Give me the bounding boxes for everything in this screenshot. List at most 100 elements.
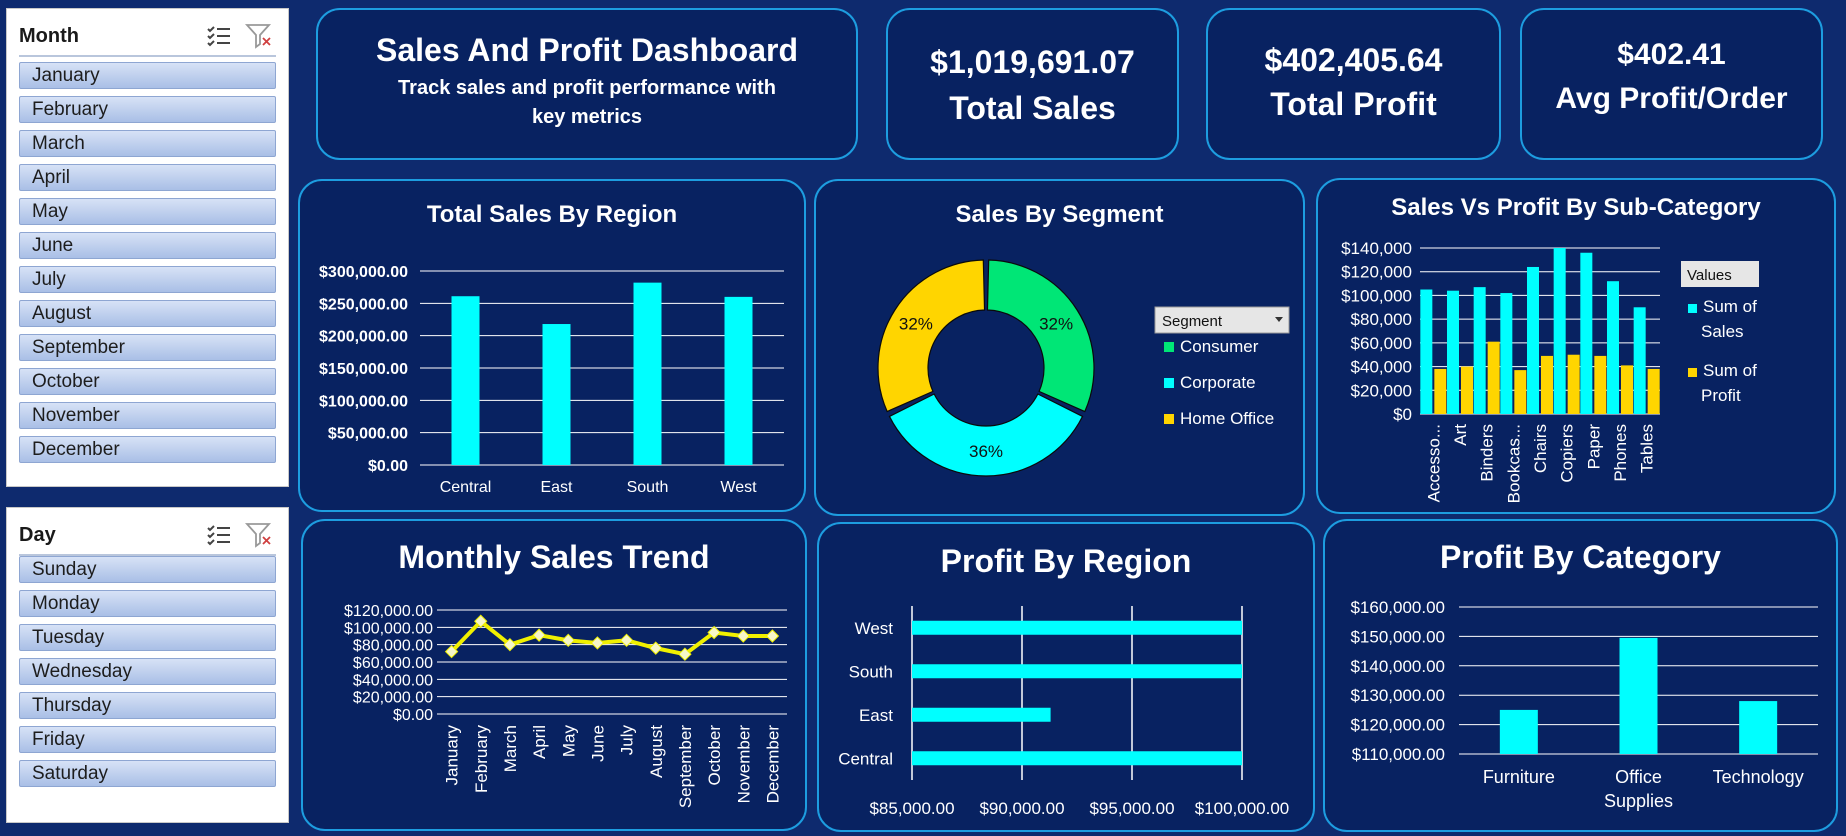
y-tick-label: $100,000.00 [344,620,433,637]
x-tick-label: May [559,725,578,758]
chart-category-profit: $110,000.00 $120,000.00 $130,000.00 $140,00… [1350,598,1818,811]
y-tick-label: $150,000.00 [319,361,408,378]
x-tick-label: $100,000.00 [1195,799,1290,818]
data-point [736,629,750,643]
legend-title: Segment [1162,313,1223,330]
kpi-avg-profit: $402.41 Avg Profit/Order [1520,8,1823,160]
bar-office-supplies [1619,637,1658,754]
kpi-total-sales-label: Total Sales [949,90,1116,126]
kpi-total-sales: $1,019,691.07 Total Sales [886,8,1179,160]
kpi-total-profit-label: Total Profit [1270,86,1437,122]
slice-label: 32% [899,315,933,334]
bar-technology [1739,701,1778,754]
x-tick-label: Phones [1611,424,1630,482]
x-tick-label: January [443,725,462,786]
x-tick-label: April [530,725,549,759]
panel-subcategory: Sales Vs Profit By Sub-Category $0 $20,00… [1316,178,1836,514]
y-tick-label: $20,000 [1351,381,1412,400]
y-tick-label: $80,000 [1351,310,1412,329]
y-tick-label: $300,000.00 [319,264,408,281]
bar-sales [1500,293,1513,414]
bar-sales [1473,287,1486,414]
slicer-item-thursday[interactable]: Thursday [19,692,276,719]
slice-consumer [986,259,1095,413]
data-point [532,628,546,642]
y-tick-label: $50,000.00 [328,426,408,443]
legend-label-part: Profit [1701,386,1741,405]
slicer-item-february[interactable]: February [19,96,276,123]
kpi-total-sales-value: $1,019,691.07 [930,44,1135,80]
clear-filter-icon[interactable] [242,520,276,550]
slicer-item-friday[interactable]: Friday [19,726,276,753]
slicer-item-march[interactable]: March [19,130,276,157]
dashboard-header: Sales And Profit Dashboard Track sales a… [316,8,858,160]
slicer-item-june[interactable]: June [19,232,276,259]
slicer-item-may[interactable]: May [19,198,276,225]
y-tick-label: $160,000.00 [1350,598,1445,617]
legend-label-part: Sum of [1703,361,1757,380]
x-tick-label: Copiers [1558,424,1577,483]
clear-filter-icon[interactable] [242,21,276,51]
y-tick-label: $40,000 [1351,358,1412,377]
y-tick-label: West [855,619,894,638]
bar-profit [1647,368,1660,414]
x-tick-label: August [647,725,666,778]
chart-monthly-trend: $0.00$20,000.00$40,000.00$60,000.00$80,0… [344,603,787,808]
y-tick-label: $130,000.00 [1350,686,1445,705]
slice-label: 36% [969,442,1003,461]
day-slicer-header: Day [19,516,276,556]
x-tick-label: $90,000.00 [979,799,1064,818]
day-slicer: Day Sunday Monday Tuesday Wednesday Thursday… [6,507,289,823]
panel-region-sales: Total Sales By Region $0.00 $50,000.00 $10… [298,179,806,512]
slicer-item-sunday[interactable]: Sunday [19,556,276,583]
x-tick-label: South [627,479,669,496]
slicer-item-wednesday[interactable]: Wednesday [19,658,276,685]
slicer-item-september[interactable]: September [19,334,276,361]
panel-monthly-trend: Monthly Sales Trend $0.00 $20,000.00 $40,0… [301,519,807,831]
panel-category-profit: Profit By Category $110,000.00 $120,000.0… [1323,519,1838,832]
slicer-item-saturday[interactable]: Saturday [19,760,276,787]
bar-sales [1420,289,1433,414]
x-tick-label: East [540,479,573,496]
slice-home-office [877,259,986,413]
x-tick-label: $85,000.00 [869,799,954,818]
dashboard-title: Sales And Profit Dashboard [376,32,798,68]
bar-sales [1633,307,1646,414]
bar-sales [1580,252,1593,414]
bar-profit [1514,370,1527,414]
multi-select-icon[interactable] [202,21,236,51]
multi-select-icon[interactable] [202,520,236,550]
slicer-item-tuesday[interactable]: Tuesday [19,624,276,651]
slicer-item-monday[interactable]: Monday [19,590,276,617]
slicer-item-august[interactable]: August [19,300,276,327]
bar-profit [1487,341,1500,414]
x-tick-label: $95,000.00 [1089,799,1174,818]
y-tick-label: $0.00 [368,458,408,475]
bar-profit [1461,366,1473,414]
legend-label-part: Sales [1701,322,1744,341]
chart-subcategory: $0 $20,000 $40,000 $60,000 $80,000 $100,000 $1… [1341,239,1759,503]
slicer-item-october[interactable]: October [19,368,276,395]
slicer-item-april[interactable]: April [19,164,276,191]
y-tick-label: South [849,662,893,681]
y-tick-label: Central [838,749,893,768]
x-tick-label: Furniture [1483,767,1555,787]
legend-label: Corporate [1180,373,1256,392]
legend-swatch [1164,378,1174,388]
dashboard-subtitle: Track sales and profit performance with … [398,77,776,128]
kpi-avg-profit-label: Avg Profit/Order [1555,82,1788,115]
slice-label: 32% [1039,315,1073,334]
slicer-item-july[interactable]: July [19,266,276,293]
y-tick-label: $120,000.00 [1350,716,1445,735]
y-tick-label: $20,000.00 [353,690,433,707]
x-tick-label: Technology [1713,767,1804,787]
y-tick-label: $120,000 [1341,263,1412,282]
slicer-item-december[interactable]: December [19,436,276,463]
chart-region-profit: $85,000.00 $90,000.00 $95,000.00 $100,000.0… [838,606,1290,818]
y-tick-label: $0.00 [393,707,433,724]
slicer-item-november[interactable]: November [19,402,276,429]
month-slicer-title: Month [19,24,79,47]
y-tick-label: $200,000.00 [319,329,408,346]
x-tick-label: Bookcas... [1504,424,1523,503]
slicer-item-january[interactable]: January [19,62,276,89]
